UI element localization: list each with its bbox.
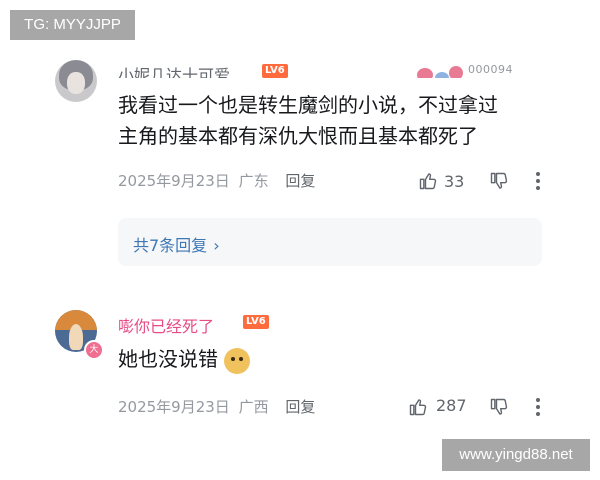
chevron-right-icon: › [213,236,220,255]
like-count: 33 [444,172,465,191]
reply-button[interactable]: 回复 [285,172,315,190]
comment-date: 2025年9月23日 [118,172,230,190]
fan-pendant [415,54,467,78]
watermark-bottom-right: www.yingd88.net [442,439,590,471]
reply-button[interactable]: 回复 [285,398,315,416]
pendant-number: 000094 [468,63,513,76]
more-icon[interactable] [535,171,541,191]
like-count: 287 [436,396,467,415]
comment-meta: 2025年9月23日 广东 回复 [118,170,315,191]
watermark-top-left: TG: MYYJJPP [10,10,135,40]
dislike-icon[interactable] [489,397,509,416]
like-icon[interactable] [418,171,438,191]
more-icon[interactable] [535,397,541,416]
like-icon[interactable] [408,397,428,416]
dislike-icon[interactable] [489,171,509,191]
avatar-badge: 大 [84,340,104,360]
level-badge: LV6 [262,64,288,78]
comment-date: 2025年9月23日 [118,398,230,416]
comment-location: 广东 [238,172,269,190]
view-replies-link[interactable]: 共7条回复 › [133,232,220,256]
comment-header: 小妮几达十可爱 LV6 000094 [0,52,600,78]
username[interactable]: 嘭你已经死了 [118,313,214,337]
doge-emoji [224,347,250,374]
replies-box[interactable]: 共7条回复 › [118,218,542,266]
comment-location: 广西 [238,398,269,416]
comment-text: 她也没说错 [118,344,250,375]
username[interactable]: 小妮几达十可爱 [118,62,230,78]
comment-meta: 2025年9月23日 广西 回复 287 [0,396,600,416]
comment-text: 我看过一个也是转生魔剑的小说，不过拿过 主角的基本都有深仇大恨而且基本都死了 [118,93,498,148]
level-badge: LV6 [243,315,269,329]
